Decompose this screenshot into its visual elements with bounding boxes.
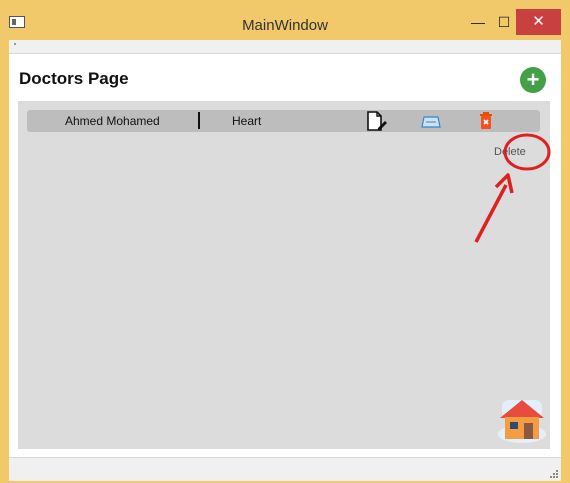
doctor-specialty: Heart	[232, 114, 262, 128]
card-icon[interactable]	[421, 115, 441, 128]
annotation-arrow-icon	[474, 133, 551, 243]
trash-icon[interactable]	[480, 112, 492, 129]
status-bar	[9, 457, 561, 481]
maximize-button[interactable]: ☐	[494, 9, 514, 35]
title-bar[interactable]: MainWindow — ☐ ✕	[0, 0, 570, 40]
edit-document-icon[interactable]	[366, 111, 388, 131]
close-button[interactable]: ✕	[516, 9, 561, 35]
doctor-row[interactable]: Ahmed Mohamed Heart	[27, 110, 540, 132]
column-divider	[198, 112, 200, 129]
menu-bar	[9, 40, 561, 54]
resize-grip-icon[interactable]	[548, 468, 558, 478]
doctor-name: Ahmed Mohamed	[65, 114, 160, 128]
add-doctor-button[interactable]: +	[520, 67, 546, 93]
home-icon[interactable]	[496, 396, 548, 444]
page-title: Doctors Page	[19, 69, 129, 88]
main-window-client: Doctors Page + Ahmed Mohamed Heart Delet…	[9, 40, 561, 481]
minimize-button[interactable]: —	[470, 9, 486, 35]
doctors-list-panel: Ahmed Mohamed Heart Delete	[18, 101, 551, 449]
